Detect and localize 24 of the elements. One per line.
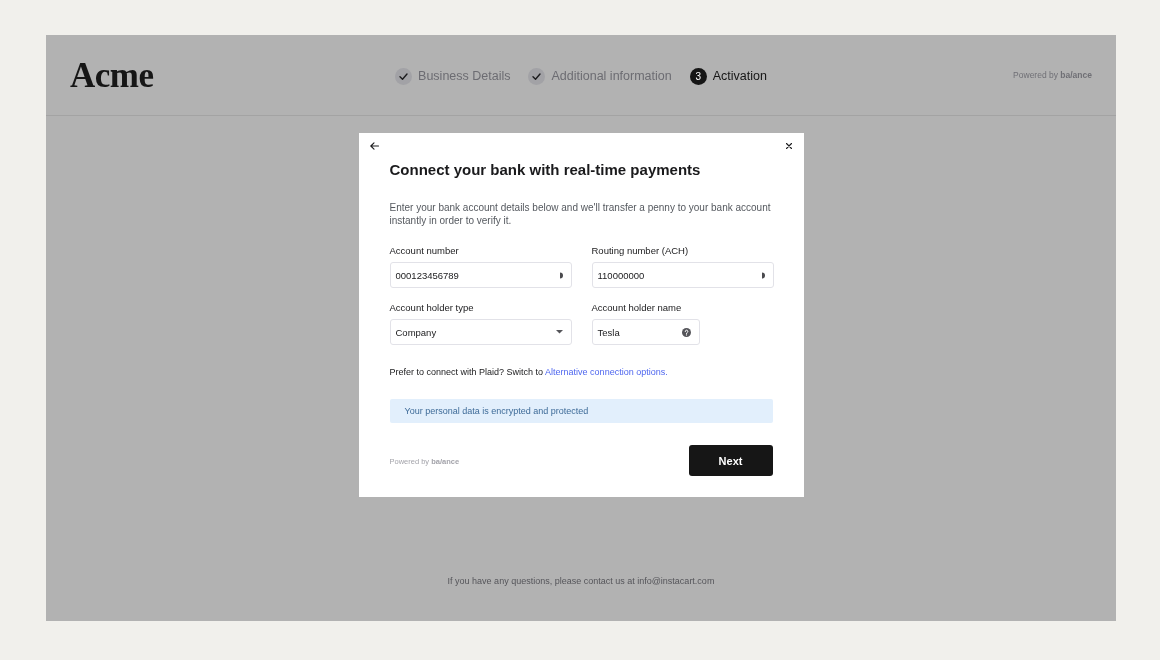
- plaid-prompt: Prefer to connect with Plaid? Switch to Alternative connection options.: [389, 366, 669, 378]
- help-icon[interactable]: [681, 327, 691, 337]
- step-label: Additional information: [551, 69, 672, 83]
- alternative-options-link[interactable]: Alternative connection options.: [545, 367, 668, 377]
- next-button[interactable]: Next: [688, 445, 773, 476]
- text-field[interactable]: 110000000: [591, 262, 774, 288]
- field-label: Routing number (ACH): [591, 245, 690, 257]
- field-label: Account holder name: [591, 302, 683, 314]
- step-number: 3: [689, 67, 707, 85]
- select-field[interactable]: Company: [389, 319, 572, 345]
- step-label: Business Details: [418, 69, 511, 83]
- security-notice: Your personal data is encrypted and protected: [389, 399, 773, 423]
- text-field[interactable]: 000123456789: [389, 262, 572, 288]
- back-arrow-icon[interactable]: [369, 142, 379, 150]
- field-label: Account number: [389, 245, 460, 257]
- field-label: Account holder type: [389, 302, 475, 314]
- dialog-description: Enter your bank account details below and we'll transfer a penny to your bank account instantly in order to verify it.: [389, 202, 772, 227]
- dialog-title: Connect your bank with real-time payments: [389, 160, 702, 180]
- contact-text: If you have any questions, please contact us at info@instacart.com: [447, 576, 715, 586]
- close-icon[interactable]: [785, 143, 792, 149]
- logo: Acme: [70, 55, 154, 96]
- step-label: Activation: [712, 69, 767, 83]
- text-field[interactable]: Tesla: [591, 319, 700, 345]
- caret-icon: [555, 330, 563, 334]
